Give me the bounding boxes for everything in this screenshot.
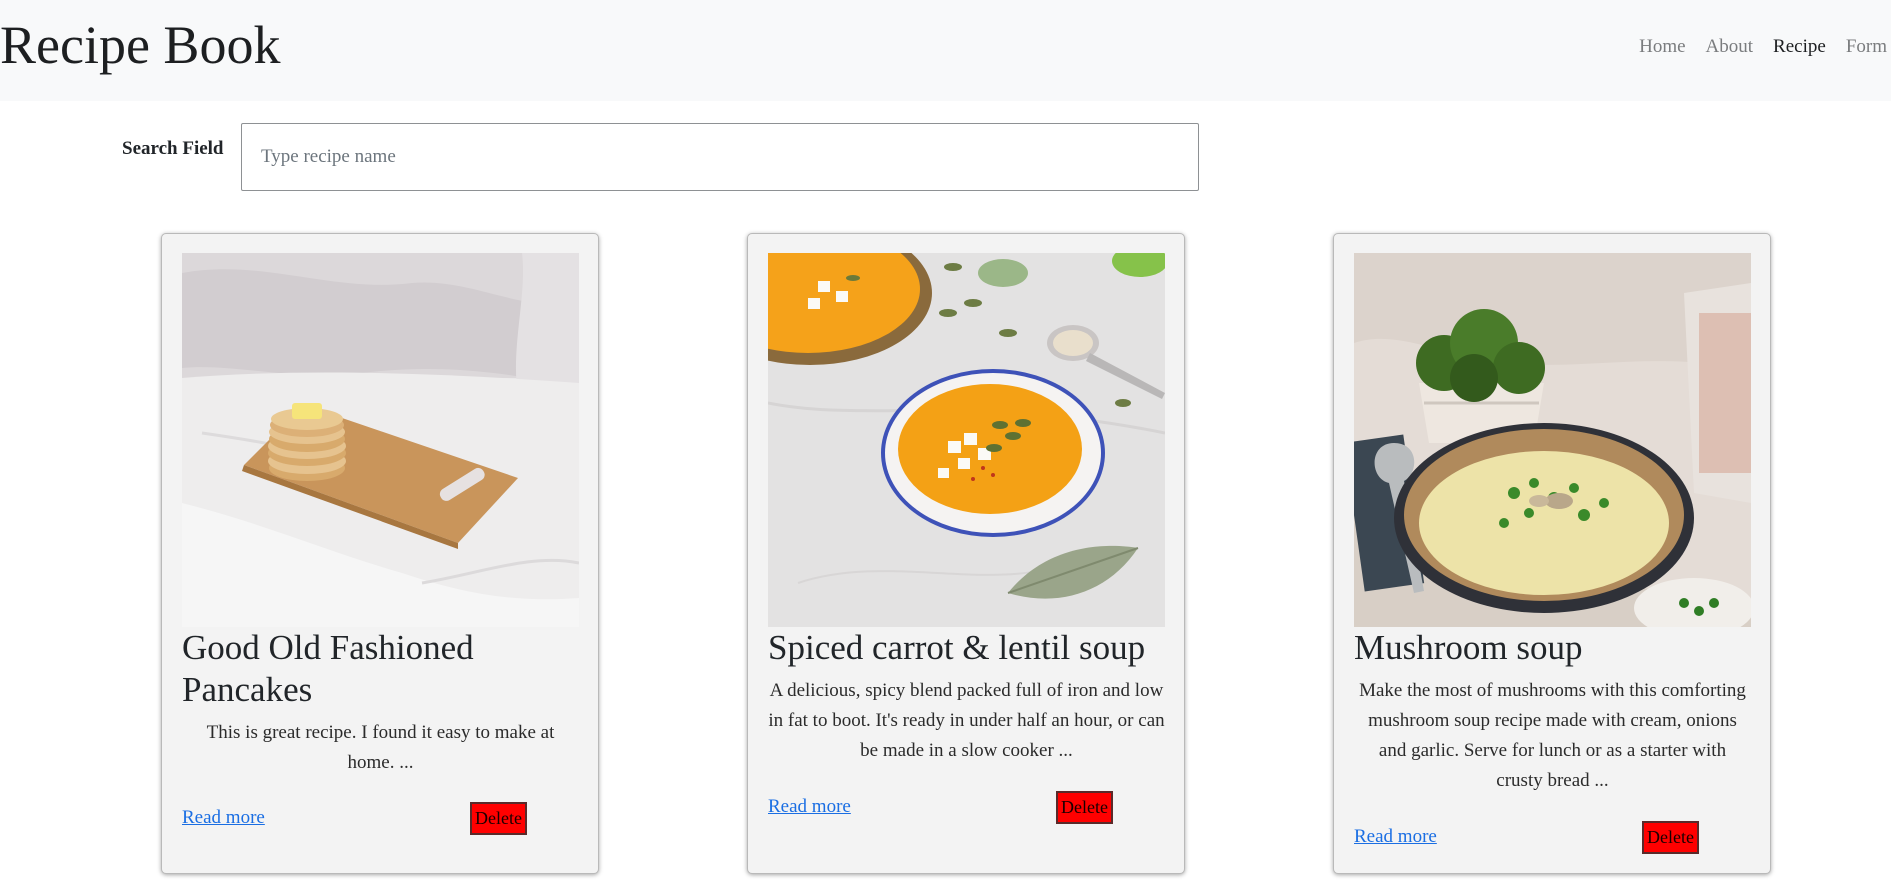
nav-link-recipe[interactable]: Recipe	[1773, 36, 1826, 58]
recipe-title: Mushroom soup	[1354, 628, 1583, 667]
recipe-card: Spiced carrot & lentil soup A delicious,…	[747, 233, 1185, 874]
recipe-image-pancakes	[182, 253, 579, 627]
delete-button[interactable]: Delete	[1056, 791, 1113, 824]
navbar: Recipe Book Home About Recipe Form	[0, 0, 1891, 101]
delete-button[interactable]: Delete	[1642, 821, 1699, 854]
recipe-description: This is great recipe. I found it easy to…	[206, 722, 555, 773]
recipe-description: Make the most of mushrooms with this com…	[1359, 680, 1746, 791]
nav-link-form[interactable]: Form	[1846, 36, 1887, 58]
nav-links: Home About Recipe Form	[1639, 36, 1887, 58]
nav-link-about[interactable]: About	[1706, 36, 1754, 58]
brand-title[interactable]: Recipe Book	[0, 12, 280, 78]
read-more-link[interactable]: Read more	[182, 807, 265, 829]
search-input[interactable]	[241, 123, 1199, 191]
recipe-card: Good Old Fashioned Pancakes This is grea…	[161, 233, 599, 874]
recipe-title: Good Old Fashioned Pancakes	[182, 628, 474, 709]
recipe-card: Mushroom soup Make the most of mushrooms…	[1333, 233, 1771, 874]
read-more-link[interactable]: Read more	[1354, 826, 1437, 848]
recipe-description: A delicious, spicy blend packed full of …	[768, 680, 1165, 761]
nav-link-home[interactable]: Home	[1639, 36, 1685, 58]
recipe-title: Spiced carrot & lentil soup	[768, 628, 1146, 667]
read-more-link[interactable]: Read more	[768, 796, 851, 818]
recipe-image-mushroom-soup	[1354, 253, 1751, 627]
recipe-image-carrot-soup	[768, 253, 1165, 627]
search-label: Search Field	[122, 138, 224, 159]
delete-button[interactable]: Delete	[470, 802, 527, 835]
